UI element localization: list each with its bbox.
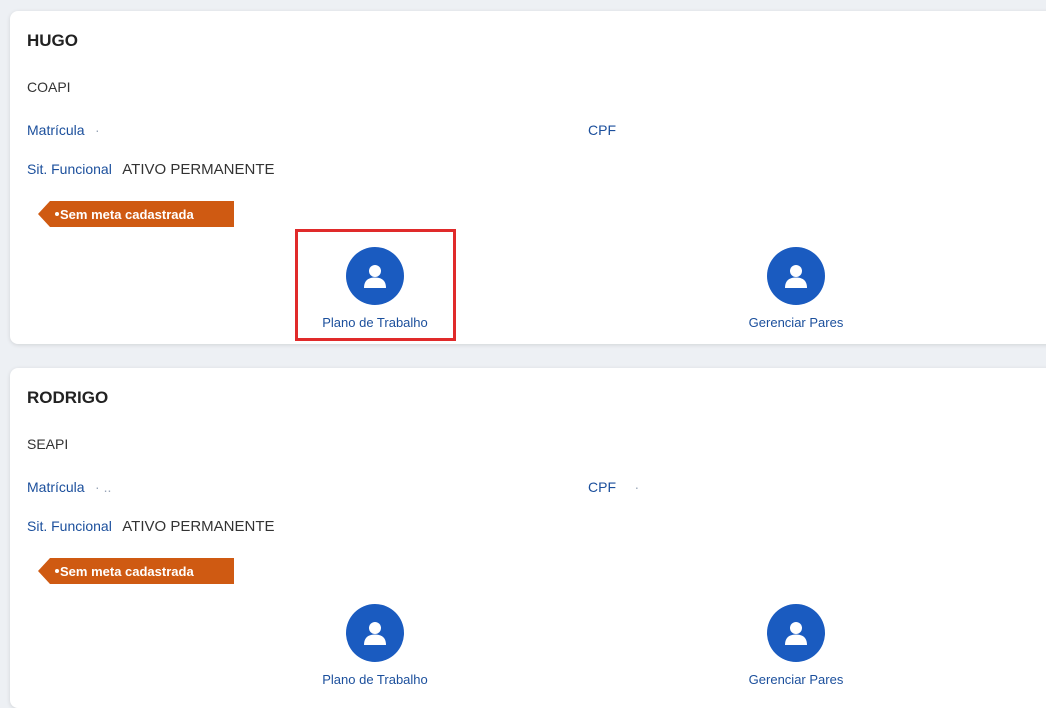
employee-name: HUGO xyxy=(27,31,78,50)
gerenciar-pares-label: Gerenciar Pares xyxy=(748,315,844,330)
user-icon xyxy=(346,604,404,662)
gerenciar-pares-label: Gerenciar Pares xyxy=(748,672,844,687)
employee-card: RODRIGO SEAPI Matrícula · .. CPF · Sit. … xyxy=(10,368,1046,708)
cpf-label: CPF xyxy=(588,479,616,495)
matricula-field: Matrícula · xyxy=(27,122,100,140)
status-badge-label: Sem meta cadastrada xyxy=(60,206,194,222)
user-icon xyxy=(346,247,404,305)
bullet-icon xyxy=(55,212,59,216)
plano-de-trabalho-button[interactable]: Plano de Trabalho xyxy=(285,243,465,343)
matricula-label: Matrícula xyxy=(27,122,85,138)
matricula-label: Matrícula xyxy=(27,479,85,495)
employee-card: HUGO COAPI Matrícula · CPF Sit. Funciona… xyxy=(10,11,1046,344)
cpf-value: · xyxy=(634,479,640,495)
plano-de-trabalho-button[interactable]: Plano de Trabalho xyxy=(285,600,465,700)
user-icon xyxy=(767,604,825,662)
sit-funcional-value: ATIVO PERMANENTE xyxy=(122,518,275,535)
matricula-value: · xyxy=(95,122,100,138)
cpf-label: CPF xyxy=(588,122,616,138)
plano-de-trabalho-label: Plano de Trabalho xyxy=(322,672,428,687)
gerenciar-pares-button[interactable]: Gerenciar Pares xyxy=(706,243,886,343)
matricula-value: · .. xyxy=(95,479,112,495)
sit-funcional-label: Sit. Funcional xyxy=(27,161,112,177)
bullet-icon xyxy=(55,569,59,573)
employee-unit: COAPI xyxy=(27,79,71,95)
sit-funcional-value: ATIVO PERMANENTE xyxy=(122,161,275,178)
employee-name: RODRIGO xyxy=(27,388,109,407)
gerenciar-pares-button[interactable]: Gerenciar Pares xyxy=(706,600,886,700)
cpf-field: CPF · xyxy=(588,479,639,497)
sit-funcional-field: Sit. Funcional ATIVO PERMANENTE xyxy=(27,518,275,536)
status-badge: Sem meta cadastrada xyxy=(38,201,234,227)
sit-funcional-field: Sit. Funcional ATIVO PERMANENTE xyxy=(27,161,275,179)
plano-de-trabalho-label: Plano de Trabalho xyxy=(322,315,428,330)
cpf-field: CPF xyxy=(588,122,630,140)
user-icon xyxy=(767,247,825,305)
status-badge: Sem meta cadastrada xyxy=(38,558,234,584)
employee-unit: SEAPI xyxy=(27,436,69,452)
sit-funcional-label: Sit. Funcional xyxy=(27,518,112,534)
status-badge-label: Sem meta cadastrada xyxy=(60,563,194,579)
matricula-field: Matrícula · .. xyxy=(27,479,111,497)
